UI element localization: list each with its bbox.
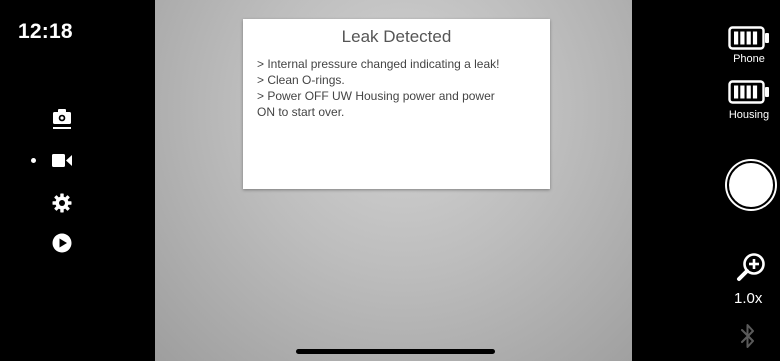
alert-message-line: > Internal pressure changed indicating a… (257, 57, 500, 71)
status-time: 12:18 (18, 20, 73, 43)
gear-icon[interactable] (52, 193, 72, 213)
bluetooth-icon (741, 324, 754, 348)
housing-battery-icon (728, 80, 769, 104)
video-icon[interactable] (52, 153, 72, 168)
left-sidebar: 12:18 (0, 0, 155, 361)
alert-message-line: ON to start over. (257, 105, 345, 119)
zoom-in-icon[interactable] (736, 252, 766, 282)
leak-alert-dialog: Leak Detected > Internal pressure change… (243, 19, 550, 189)
phone-battery-label: Phone (733, 53, 765, 65)
camera-icon[interactable] (52, 108, 72, 130)
alert-message-line: > Clean O-rings. (257, 73, 345, 87)
home-indicator[interactable] (296, 349, 495, 354)
play-icon[interactable] (52, 233, 72, 253)
alert-message-line: > Power OFF UW Housing power and power (257, 89, 495, 103)
phone-battery-icon (728, 26, 769, 50)
shutter-button[interactable] (727, 161, 775, 209)
right-control-panel: Phone Housing 1.0x (632, 0, 780, 361)
housing-battery-label: Housing (728, 109, 770, 121)
zoom-level: 1.0x (734, 290, 763, 307)
camera-viewfinder[interactable]: Leak Detected > Internal pressure change… (155, 0, 632, 361)
selected-indicator (31, 158, 36, 163)
alert-title: Leak Detected (341, 27, 452, 46)
